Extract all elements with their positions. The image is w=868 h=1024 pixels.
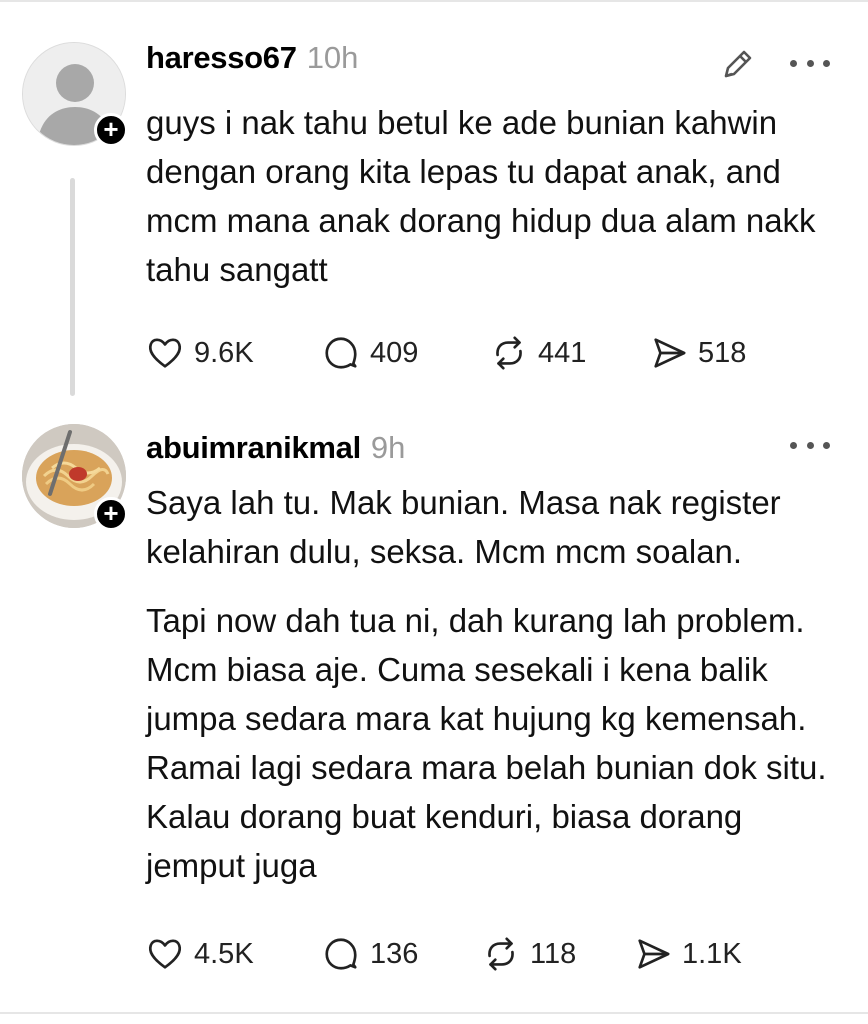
like-count: 4.5K	[194, 937, 254, 970]
post-text: Saya lah tu. Mak bunian. Masa nak regist…	[146, 484, 781, 570]
repost-button[interactable]: 118	[482, 935, 634, 973]
repost-count: 441	[538, 336, 587, 369]
share-button[interactable]: 518	[650, 334, 746, 372]
reply-button[interactable]: 136	[322, 935, 482, 973]
share-button[interactable]: 1.1K	[634, 935, 742, 973]
reply-count: 409	[370, 336, 419, 369]
like-button[interactable]: 4.5K	[146, 935, 322, 973]
pencil-icon[interactable]	[718, 44, 758, 84]
follow-button[interactable]: +	[94, 113, 128, 147]
speech-bubble-icon	[325, 337, 357, 369]
reply-button[interactable]: 409	[322, 334, 490, 372]
share-count: 518	[698, 336, 747, 369]
post-header: haresso67 10h	[146, 40, 358, 80]
share-count: 1.1K	[682, 937, 742, 970]
speech-bubble-icon	[325, 938, 357, 970]
timestamp: 9h	[370, 430, 406, 465]
repost-arrows-icon	[496, 336, 522, 370]
bottom-divider	[0, 1012, 868, 1014]
timestamp: 10h	[306, 40, 359, 75]
like-button[interactable]: 9.6K	[146, 334, 322, 372]
action-bar: 9.6K 409 441 518	[146, 333, 746, 373]
username[interactable]: haresso67	[146, 40, 297, 76]
post-header: abuimranikmal 9h	[146, 430, 405, 470]
thread-line	[70, 178, 75, 396]
like-count: 9.6K	[194, 336, 254, 369]
heart-icon	[148, 338, 182, 368]
more-options-icon[interactable]	[790, 56, 830, 70]
repost-arrows-icon	[488, 937, 514, 971]
send-arrow-icon	[638, 939, 670, 969]
thread-post: + abuimranikmal 9h Saya lah tu. Mak buni…	[0, 410, 868, 1010]
heart-icon	[148, 939, 182, 969]
send-arrow-icon	[654, 338, 686, 368]
post-text: Tapi now dah tua ni, dah kurang lah prob…	[146, 602, 827, 884]
thread-post: + haresso67 10h guys i nak tahu betul ke…	[0, 0, 868, 410]
more-options-icon[interactable]	[790, 438, 830, 452]
repost-button[interactable]: 441	[490, 334, 650, 372]
post-text: guys i nak tahu betul ke ade bunian kahw…	[146, 104, 816, 288]
username[interactable]: abuimranikmal	[146, 430, 361, 466]
reply-count: 136	[370, 937, 419, 970]
repost-count: 118	[530, 937, 577, 970]
follow-button[interactable]: +	[94, 497, 128, 531]
action-bar: 4.5K 136 118 1.1K	[146, 934, 742, 974]
